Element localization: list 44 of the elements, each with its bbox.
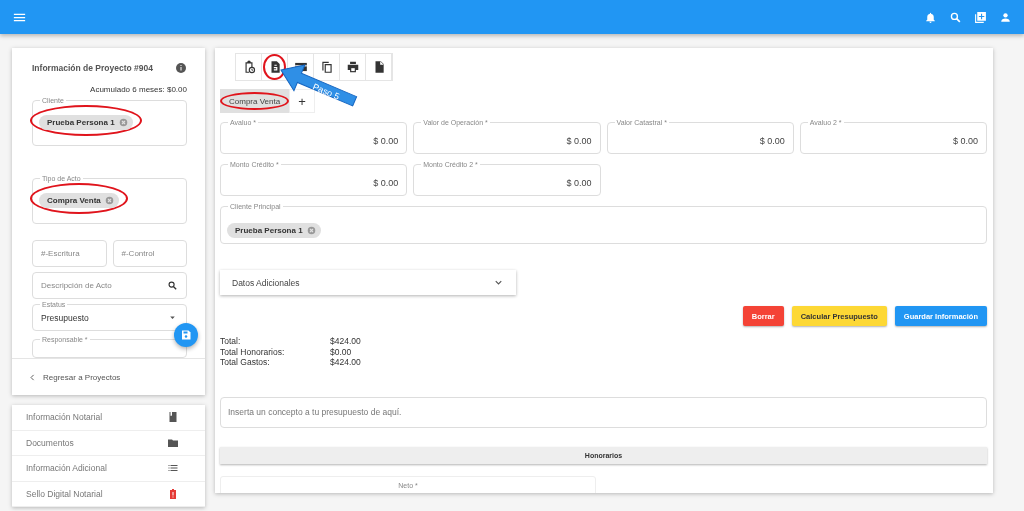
menu-item[interactable]: Documentos (12, 430, 205, 456)
add-box-icon (974, 10, 987, 24)
total-value: $0.00 (330, 346, 353, 357)
add-tab-button[interactable]: + (289, 89, 316, 113)
input-field[interactable]: #-Control (112, 240, 187, 268)
bell-icon (924, 10, 937, 24)
book-icon (167, 411, 179, 424)
toolbar-button[interactable] (262, 54, 288, 80)
input-field[interactable]: #-Escritura (32, 240, 107, 268)
chip[interactable]: Compra Venta (39, 193, 119, 209)
panel-title: Información de Proyecto #904 (32, 62, 153, 73)
add-button[interactable] (974, 10, 987, 24)
remove-icon (306, 226, 316, 235)
chevron-left-icon (28, 372, 37, 382)
accumulated-text: Acumulado 6 meses: $0.00 (89, 85, 187, 95)
notifications-button[interactable] (924, 10, 937, 24)
search-icon (167, 280, 178, 292)
account-button[interactable] (999, 10, 1012, 24)
search-button[interactable] (949, 10, 962, 24)
person-icon (999, 10, 1012, 24)
menu-item[interactable]: Información Notarial (12, 405, 205, 431)
total-value: $424.00 (330, 336, 361, 347)
total-label: Total: (220, 336, 242, 347)
chip[interactable]: Prueba Persona 1 (39, 115, 133, 131)
remove-icon (118, 118, 128, 128)
expansion-panel[interactable]: Datos Adicionales (220, 270, 516, 295)
tab[interactable]: Compra Venta (220, 89, 290, 113)
save-icon (180, 329, 192, 341)
chip[interactable]: Prueba Persona 1 (227, 223, 321, 238)
menu-item[interactable]: Información Adicional (12, 456, 205, 482)
total-label: Total Gastos: (220, 357, 271, 368)
info-icon (175, 61, 187, 74)
menu-item[interactable]: Sello Digital Notarial (12, 481, 205, 507)
back-link[interactable]: Regresar a Proyectos (28, 372, 121, 382)
print-icon (345, 60, 360, 74)
clipboard-alert-icon (167, 487, 179, 500)
save-button[interactable] (174, 323, 198, 347)
search-icon (949, 10, 962, 24)
total-label: Total Honorarios: (220, 346, 286, 357)
copy-icon (319, 60, 334, 74)
concept-field[interactable]: Inserta un concepto a tu presupuesto de aquí. (220, 396, 987, 428)
total-value: $424.00 (330, 357, 361, 368)
remove-icon (104, 196, 114, 206)
search-field[interactable]: Descripción de Acto (32, 272, 187, 300)
